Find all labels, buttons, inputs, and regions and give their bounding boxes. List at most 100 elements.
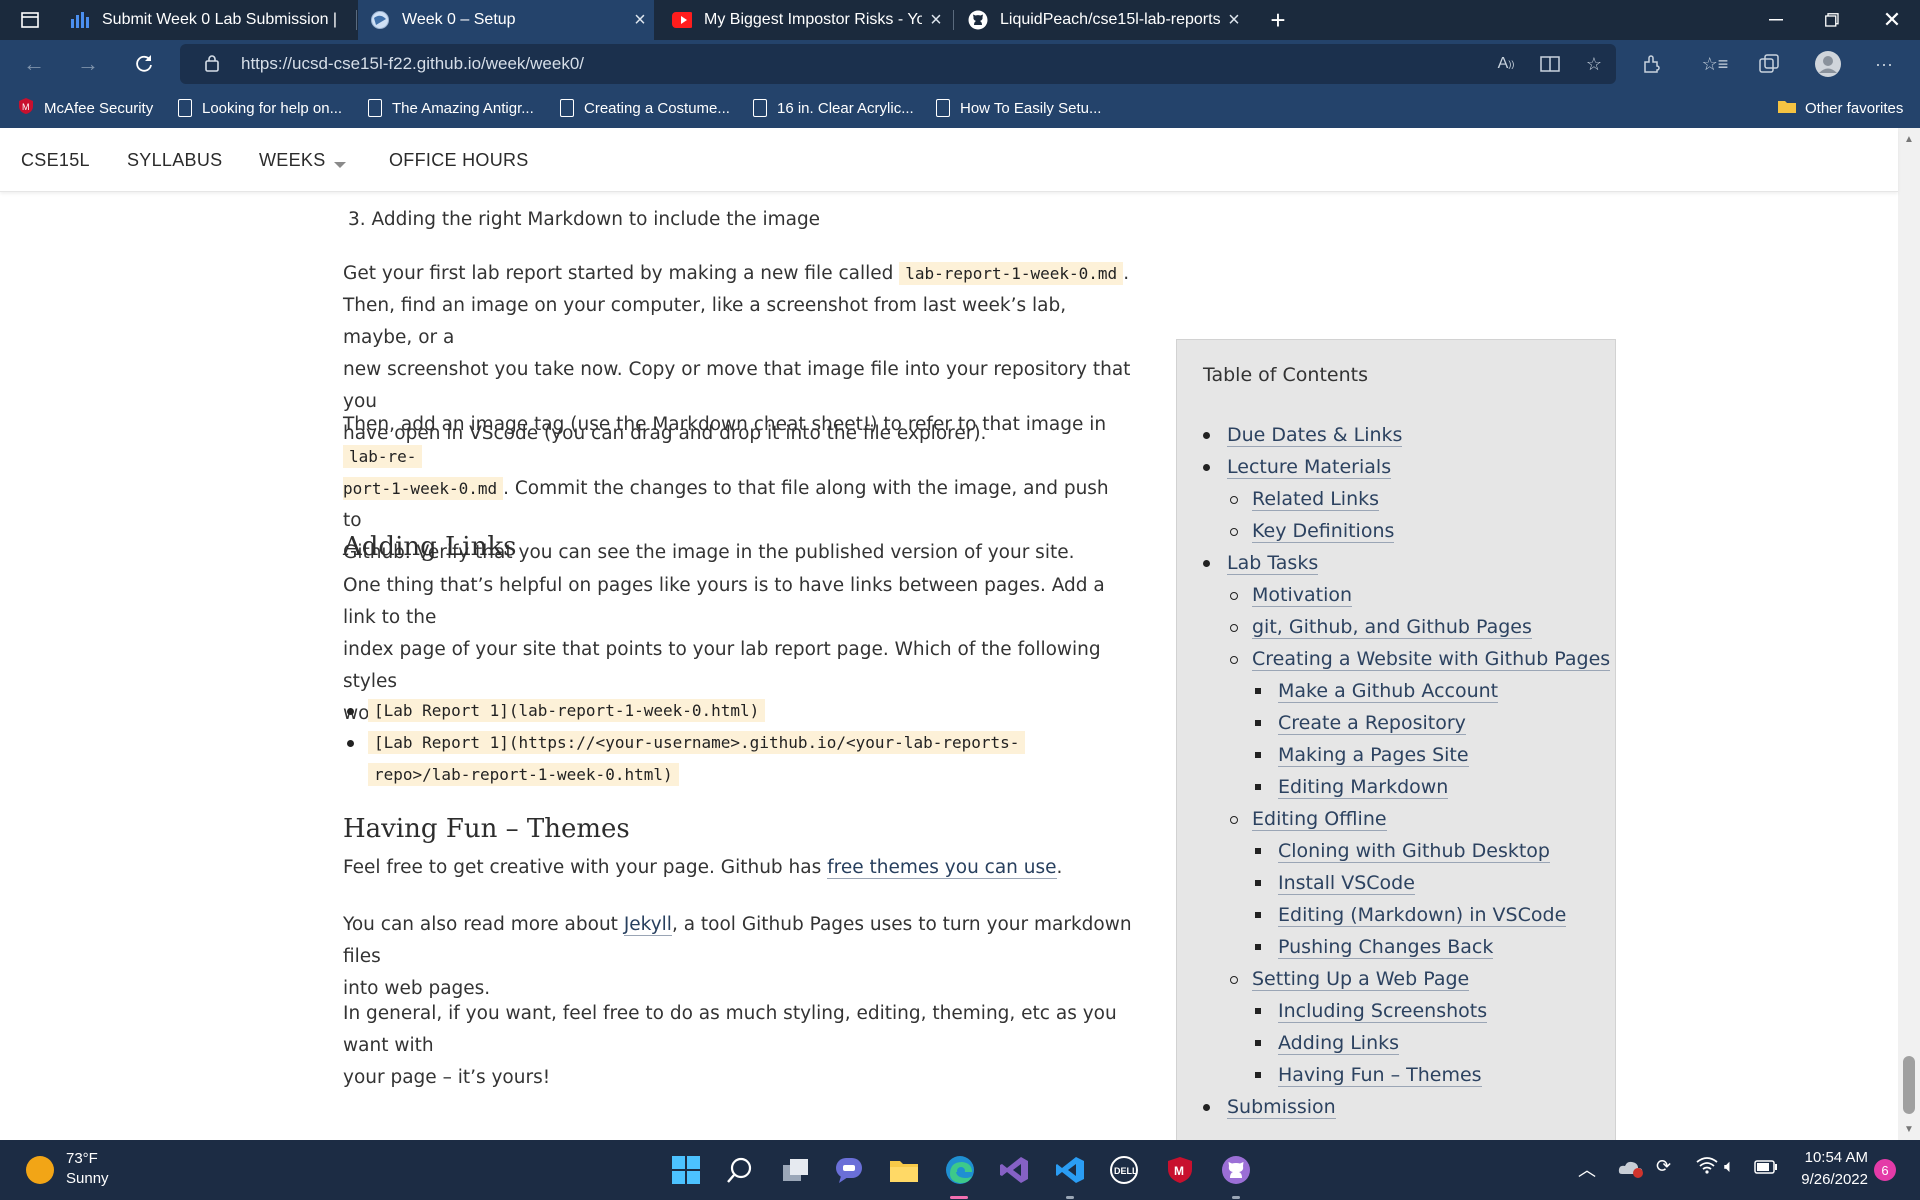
close-window-button[interactable]: ✕ <box>1864 0 1920 40</box>
vertical-scrollbar[interactable]: ▲ ▼ <box>1898 128 1920 1140</box>
tab-github[interactable]: LiquidPeach/cse15l-lab-reports × <box>956 0 1248 40</box>
add-favorite-icon[interactable]: ☆ <box>1578 48 1610 80</box>
heading-adding-links: Adding Links <box>343 532 517 562</box>
back-button[interactable]: ← <box>14 44 54 84</box>
refresh-button[interactable] <box>124 44 164 84</box>
toc-link[interactable]: Related Links <box>1252 488 1380 511</box>
favorite-item[interactable]: 16 in. Clear Acrylic... <box>753 96 914 120</box>
favorites-icon[interactable]: ☆≡ <box>1699 48 1731 80</box>
toc-bullet <box>1230 656 1238 664</box>
forward-button[interactable]: → <box>68 44 108 84</box>
favorite-mcafee[interactable]: M McAfee Security <box>18 96 153 120</box>
toc-link[interactable]: Having Fun – Themes <box>1278 1064 1482 1087</box>
read-aloud-icon[interactable]: A)) <box>1490 48 1522 80</box>
dropdown-caret-icon[interactable] <box>334 156 346 174</box>
address-bar[interactable]: https://ucsd-cse15l-f22.github.io/week/w… <box>180 44 1616 84</box>
toc-link[interactable]: Setting Up a Web Page <box>1252 968 1470 991</box>
start-windows-icon[interactable] <box>666 1150 706 1190</box>
toc-link[interactable]: Due Dates & Links <box>1227 424 1403 447</box>
toc-link[interactable]: Editing (Markdown) in VSCode <box>1278 904 1567 927</box>
toc-link[interactable]: Lecture Materials <box>1227 456 1392 479</box>
toc-link[interactable]: Make a Github Account <box>1278 680 1499 703</box>
settings-menu-icon[interactable]: ··· <box>1868 48 1900 80</box>
toc-bullet <box>1203 432 1210 439</box>
clock-time[interactable]: 10:54 AM <box>1798 1149 1868 1166</box>
toc-link[interactable]: Making a Pages Site <box>1278 744 1469 767</box>
favorite-item[interactable]: Looking for help on... <box>178 96 342 120</box>
text: Get your first lab report started by mak… <box>343 263 894 284</box>
free-themes-link[interactable]: free themes you can use <box>827 857 1057 879</box>
profile-avatar[interactable] <box>1812 48 1844 80</box>
toc-link[interactable]: Cloning with Github Desktop <box>1278 840 1550 863</box>
onedrive-icon[interactable] <box>1618 1158 1644 1183</box>
toc-link[interactable]: Key Definitions <box>1252 520 1395 543</box>
inline-code: repo>/lab-report-1-week-0.html) <box>368 763 679 786</box>
vscode-icon[interactable] <box>1050 1150 1090 1190</box>
close-tab-icon[interactable]: × <box>626 9 654 32</box>
toc-link[interactable]: Adding Links <box>1278 1032 1400 1055</box>
nav-syllabus[interactable]: SYLLABUS <box>127 150 222 171</box>
toc-link[interactable]: Including Screenshots <box>1278 1000 1488 1023</box>
text: You can also read more about <box>343 914 618 935</box>
scroll-up-arrow-icon[interactable]: ▲ <box>1904 134 1914 145</box>
toc-link[interactable]: Lab Tasks <box>1227 552 1319 575</box>
new-tab-button[interactable]: + <box>1250 0 1306 40</box>
jekyll-link[interactable]: Jekyll <box>623 914 672 936</box>
restore-button[interactable] <box>1804 0 1860 40</box>
edge-browser-icon[interactable] <box>940 1150 980 1190</box>
dell-icon[interactable]: DELL <box>1104 1150 1144 1190</box>
toc-link[interactable]: git, Github, and Github Pages <box>1252 616 1532 639</box>
toc-bullet <box>1230 496 1238 504</box>
minimize-button[interactable] <box>1748 0 1804 40</box>
scroll-down-arrow-icon[interactable]: ▼ <box>1904 1124 1914 1135</box>
toc-link[interactable]: Create a Repository <box>1278 712 1466 735</box>
favorite-item[interactable]: How To Easily Setu... <box>936 96 1101 120</box>
file-explorer-icon[interactable] <box>884 1150 924 1190</box>
battery-icon[interactable] <box>1754 1158 1778 1179</box>
nav-weeks[interactable]: WEEKS <box>259 150 326 171</box>
clock-date[interactable]: 9/26/2022 <box>1790 1171 1868 1188</box>
notification-count-badge[interactable]: 6 <box>1874 1159 1896 1181</box>
task-view-icon[interactable] <box>776 1150 816 1190</box>
favorite-label: 16 in. Clear Acrylic... <box>777 99 914 117</box>
sun-weather-icon[interactable] <box>26 1156 54 1184</box>
weather-condition[interactable]: Sunny <box>66 1170 109 1187</box>
favorite-item[interactable]: Creating a Costume... <box>560 96 730 120</box>
favorite-label: Other favorites <box>1805 99 1904 117</box>
lock-icon[interactable] <box>204 54 220 77</box>
visual-studio-icon[interactable] <box>994 1150 1034 1190</box>
toc-link[interactable]: Editing Markdown <box>1278 776 1449 799</box>
tab-separator <box>356 10 357 30</box>
sync-icon[interactable]: ⟳ <box>1656 1156 1671 1177</box>
teams-chat-icon[interactable] <box>830 1150 870 1190</box>
list-item-code-1: [Lab Report 1](lab-report-1-week-0.html) <box>368 695 1158 727</box>
toc-link[interactable]: Editing Offline <box>1252 808 1387 831</box>
favorite-item[interactable]: The Amazing Antigr... <box>368 96 534 120</box>
nav-cse15l[interactable]: CSE15L <box>21 150 90 171</box>
collections-icon[interactable] <box>1753 48 1785 80</box>
tab-actions-icon[interactable] <box>4 0 56 40</box>
wifi-icon[interactable] <box>1696 1156 1718 1179</box>
close-tab-icon[interactable]: × <box>922 9 950 32</box>
toc-link[interactable]: Creating a Website with Github Pages <box>1252 648 1611 671</box>
toc-link[interactable]: Install VSCode <box>1278 872 1415 895</box>
mcafee-taskbar-icon[interactable]: M <box>1160 1150 1200 1190</box>
chevron-up-icon[interactable]: ︿ <box>1578 1156 1596 1182</box>
toc-link[interactable]: Submission <box>1227 1096 1336 1119</box>
other-favorites-folder[interactable]: Other favorites <box>1777 96 1903 120</box>
site-navbar: CSE15L SYLLABUS WEEKS OFFICE HOURS <box>0 128 1898 192</box>
toc-link[interactable]: Motivation <box>1252 584 1353 607</box>
immersive-reader-icon[interactable] <box>1534 48 1566 80</box>
weather-temp[interactable]: 73°F <box>66 1150 98 1167</box>
nav-office-hours[interactable]: OFFICE HOURS <box>389 150 529 171</box>
tab-submit-lab[interactable]: Submit Week 0 Lab Submission | <box>58 0 356 40</box>
extensions-icon[interactable] <box>1636 48 1668 80</box>
tab-week0-setup[interactable]: Week 0 – Setup × <box>358 0 654 40</box>
github-desktop-icon[interactable] <box>1216 1150 1256 1190</box>
search-icon[interactable] <box>720 1150 760 1190</box>
tab-youtube[interactable]: My Biggest Impostor Risks - You × <box>660 0 950 40</box>
scrollbar-thumb[interactable] <box>1903 1056 1915 1114</box>
close-tab-icon[interactable]: × <box>1220 9 1248 32</box>
volume-icon[interactable]: 🔈︎ <box>1724 1156 1735 1177</box>
toc-link[interactable]: Pushing Changes Back <box>1278 936 1494 959</box>
